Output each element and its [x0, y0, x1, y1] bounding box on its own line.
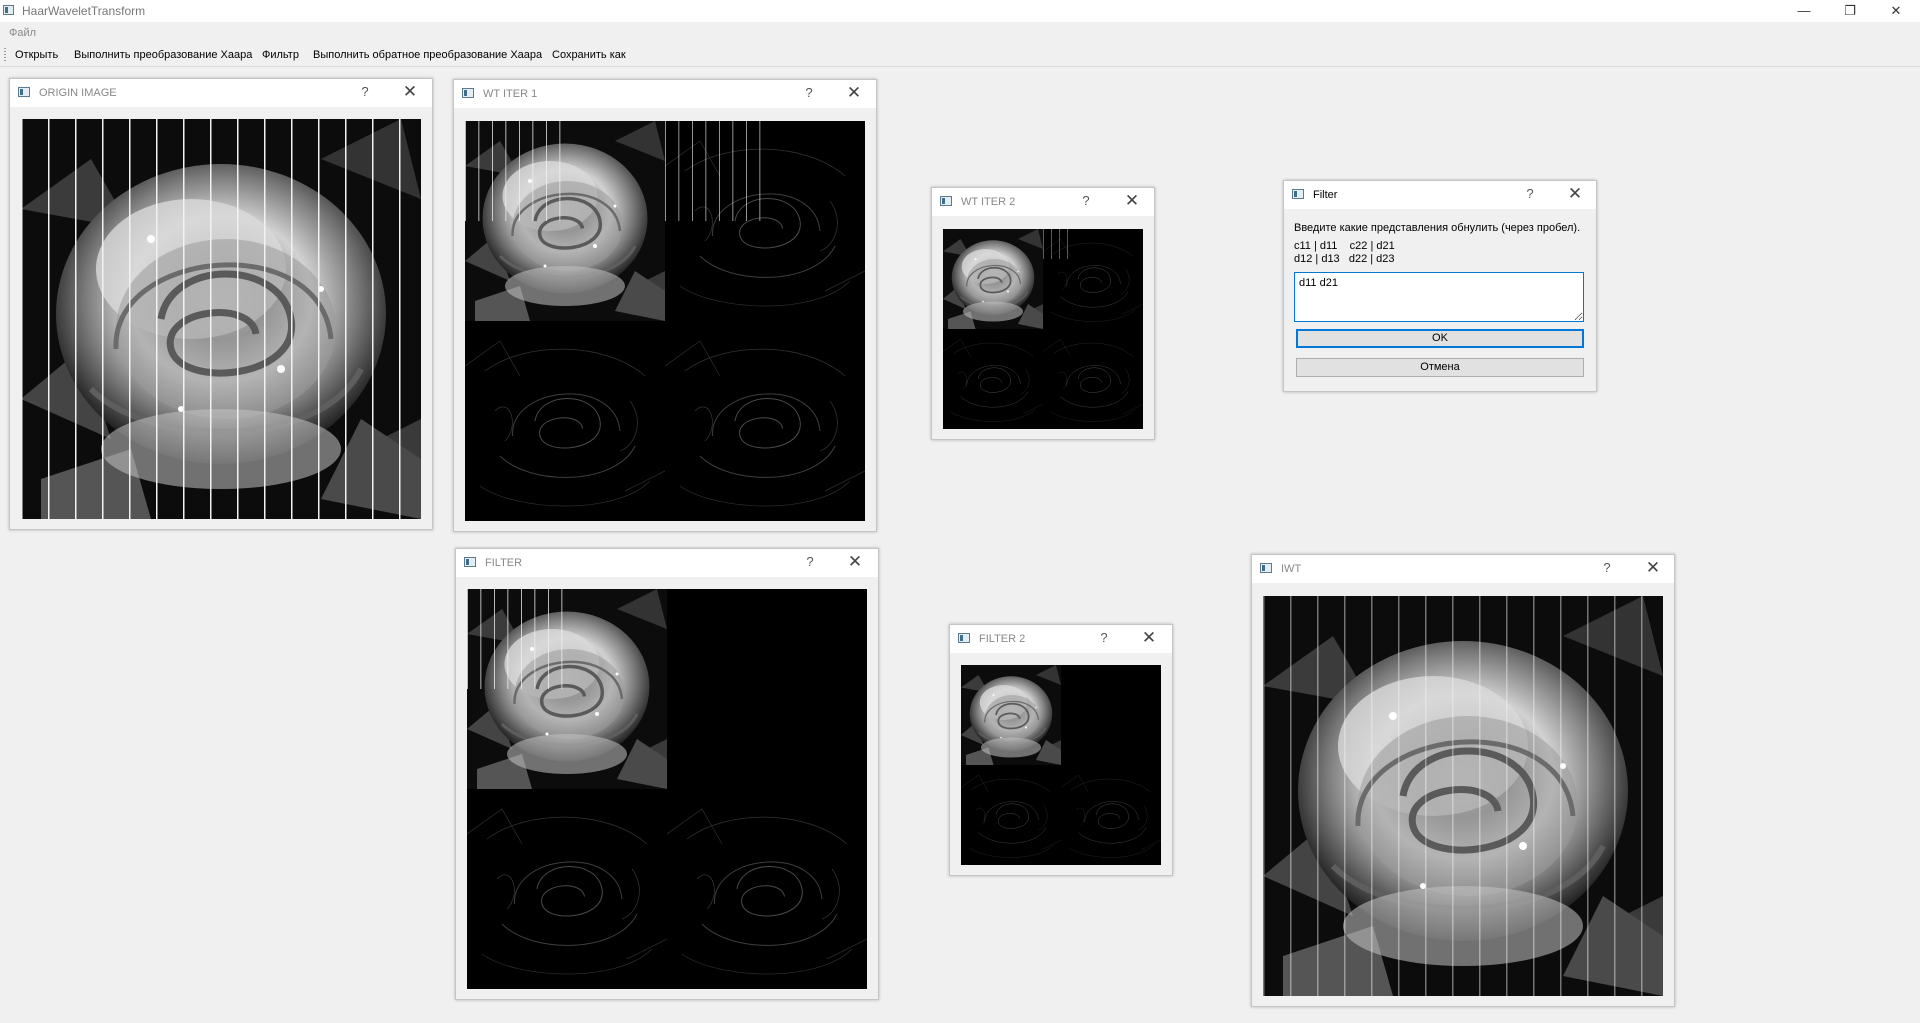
minimize-button[interactable]: —	[1781, 0, 1827, 22]
wt2-window-title: WT ITER 2	[961, 196, 1016, 208]
close-icon[interactable]: ✕	[1124, 191, 1140, 211]
question-mark-icon[interactable]: ?	[1079, 193, 1093, 208]
close-icon[interactable]: ✕	[846, 83, 862, 103]
window-app-icon	[958, 633, 970, 643]
window-app-icon	[1260, 563, 1272, 573]
filter-window-titlebar[interactable]: FILTER ? ✕	[456, 549, 878, 577]
question-mark-icon[interactable]: ?	[1097, 630, 1111, 645]
menu-file[interactable]: Файл	[9, 27, 36, 39]
detail-quadrant	[943, 329, 1043, 429]
wt1-result-image	[465, 121, 865, 521]
filter-dialog-title: Filter	[1313, 189, 1338, 201]
wt2-result-image	[943, 229, 1143, 429]
menu-bar: Файл	[0, 22, 1920, 44]
zeroed-quadrant	[1061, 665, 1161, 765]
window-app-icon	[1292, 189, 1304, 199]
detail-quadrant	[665, 121, 865, 321]
question-mark-icon[interactable]: ?	[803, 554, 817, 569]
close-icon[interactable]: ✕	[402, 82, 418, 102]
zeroed-quadrant	[667, 589, 867, 789]
question-mark-icon[interactable]: ?	[802, 85, 816, 100]
coefficients-input[interactable]: d11 d21	[1294, 272, 1584, 322]
window-app-icon	[3, 5, 14, 15]
approximation-quadrant	[961, 665, 1061, 765]
detail-quadrant	[1043, 229, 1143, 329]
origin-rose-image	[21, 119, 421, 519]
iwt-window[interactable]: IWT ? ✕	[1251, 554, 1675, 1007]
toolbar: Открыть Выполнить преобразование Хаара Ф…	[0, 44, 1920, 67]
filter-window[interactable]: FILTER ? ✕	[455, 548, 879, 1000]
detail-quadrant	[665, 321, 865, 521]
filter-result-image	[467, 589, 867, 989]
filter-window-title: FILTER	[485, 557, 523, 569]
toolbar-open-button[interactable]: Открыть	[15, 49, 58, 61]
restore-button[interactable]: ❐	[1827, 0, 1873, 22]
approximation-quadrant	[943, 229, 1043, 329]
wt-iter2-window[interactable]: WT ITER 2 ? ✕	[931, 187, 1155, 440]
toolbar-inverse-button[interactable]: Выполнить обратное преобразование Хаара	[313, 49, 542, 61]
detail-quadrant	[1061, 765, 1161, 865]
origin-image-window[interactable]: ORIGIN IMAGE ? ✕	[9, 78, 433, 530]
iwt-window-title: IWT	[1281, 563, 1302, 575]
origin-window-title: ORIGIN IMAGE	[39, 87, 117, 99]
iwt-reconstructed-image	[1263, 596, 1663, 996]
cancel-button[interactable]: Отмена	[1296, 358, 1584, 377]
toolbar-grip-icon[interactable]	[4, 48, 6, 61]
window-app-icon	[464, 557, 476, 567]
filter2-window[interactable]: FILTER 2 ? ✕	[949, 624, 1173, 876]
detail-quadrant	[1043, 329, 1143, 429]
toolbar-filter-button[interactable]: Фильтр	[262, 49, 299, 61]
app-titlebar: HaarWaveletTransform — ❐ ✕	[0, 0, 1920, 22]
close-icon[interactable]: ✕	[847, 552, 863, 572]
iwt-window-titlebar[interactable]: IWT ? ✕	[1252, 555, 1674, 583]
origin-window-titlebar[interactable]: ORIGIN IMAGE ? ✕	[10, 79, 432, 107]
ok-button[interactable]: OK	[1296, 329, 1584, 348]
question-mark-icon[interactable]: ?	[1600, 560, 1614, 575]
close-icon[interactable]: ✕	[1567, 184, 1583, 204]
close-icon[interactable]: ✕	[1141, 628, 1157, 648]
app-title: HaarWaveletTransform	[22, 4, 146, 18]
wt1-window-titlebar[interactable]: WT ITER 1 ? ✕	[454, 80, 876, 108]
filter2-result-image	[961, 665, 1161, 865]
wt1-window-title: WT ITER 1	[483, 88, 538, 100]
close-app-button[interactable]: ✕	[1873, 0, 1919, 22]
dialog-legend-line1: c11 | d11 c22 | d21	[1294, 240, 1395, 252]
dialog-legend-line2: d12 | d13 d22 | d23	[1294, 253, 1395, 265]
detail-quadrant	[961, 765, 1061, 865]
window-app-icon	[18, 87, 30, 97]
approximation-quadrant	[465, 121, 665, 321]
detail-quadrant	[465, 321, 665, 521]
detail-quadrant	[667, 789, 867, 989]
wt-iter1-window[interactable]: WT ITER 1 ? ✕	[453, 79, 877, 532]
filter2-window-titlebar[interactable]: FILTER 2 ? ✕	[950, 625, 1172, 653]
question-mark-icon[interactable]: ?	[358, 84, 372, 99]
detail-quadrant	[467, 789, 667, 989]
toolbar-haar-button[interactable]: Выполнить преобразование Хаара	[74, 49, 252, 61]
toolbar-save-as-button[interactable]: Сохранить как	[552, 49, 626, 61]
window-app-icon	[462, 88, 474, 98]
window-app-icon	[940, 196, 952, 206]
approximation-quadrant	[467, 589, 667, 789]
close-icon[interactable]: ✕	[1645, 558, 1661, 578]
question-mark-icon[interactable]: ?	[1523, 186, 1537, 201]
filter2-window-title: FILTER 2	[979, 633, 1026, 645]
wt2-window-titlebar[interactable]: WT ITER 2 ? ✕	[932, 188, 1154, 216]
dialog-prompt: Введите какие представления обнулить (че…	[1294, 222, 1581, 234]
filter-dialog-titlebar[interactable]: Filter ? ✕	[1284, 181, 1596, 209]
